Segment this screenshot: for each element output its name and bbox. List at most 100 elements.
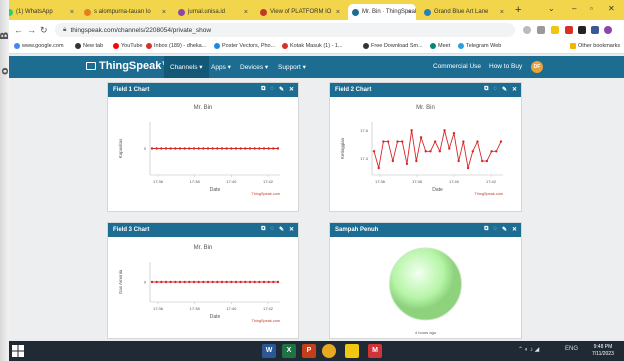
browser-tab[interactable]: (1) WhatsApp × bbox=[2, 4, 78, 20]
card-title: Field 2 Chart bbox=[335, 87, 372, 93]
new-tab-button[interactable]: + bbox=[515, 4, 521, 16]
windows-start-icon[interactable] bbox=[12, 345, 24, 357]
line-chart: Mr. Bin Ketinggian Date 17.6 17.4 17:36 17:38 1… bbox=[340, 105, 503, 196]
close-card-icon[interactable]: ✕ bbox=[289, 226, 294, 233]
tab-close-icon[interactable]: × bbox=[500, 9, 504, 16]
profile-icon[interactable] bbox=[604, 26, 612, 34]
open-window-icon[interactable]: ⧉ bbox=[261, 226, 265, 233]
puzzle-icon[interactable] bbox=[578, 26, 586, 34]
nav-channels[interactable]: Channels ▾ bbox=[164, 56, 209, 78]
nav-how-to-buy[interactable]: How to Buy bbox=[489, 63, 522, 70]
edit-pencil-icon[interactable]: ✎ bbox=[502, 86, 507, 93]
maximize-button[interactable]: ▫ bbox=[590, 4, 593, 13]
browser-tab[interactable]: jurnal.unisa.id × bbox=[174, 4, 252, 20]
tab-close-icon[interactable]: × bbox=[162, 9, 166, 16]
other-bookmarks[interactable]: Other bookmarks bbox=[570, 43, 620, 49]
file-explorer-icon[interactable] bbox=[345, 344, 359, 358]
browser-tab[interactable]: Grand Blue Art Lane × bbox=[420, 4, 508, 20]
bookmark-item[interactable]: www.google.com bbox=[14, 43, 64, 49]
thingspeak-logo[interactable]: ThingSpeak™ bbox=[86, 60, 172, 72]
tray-icons[interactable]: ⌃ ◐ ♪ ◢ bbox=[518, 346, 539, 353]
bookmark-item[interactable]: Poster Vectors, Pho... bbox=[214, 43, 275, 49]
browser-tab[interactable]: View of PLATFORM IO × bbox=[256, 4, 344, 20]
data-point bbox=[178, 147, 182, 150]
tab-favicon-icon bbox=[352, 8, 359, 16]
word-app-icon[interactable]: W bbox=[262, 344, 276, 358]
bookmark-item[interactable]: Telegram Web bbox=[458, 43, 501, 49]
data-point bbox=[480, 159, 484, 163]
tab-close-icon[interactable]: × bbox=[336, 9, 340, 16]
data-point bbox=[169, 147, 172, 150]
bookmark-star-icon[interactable] bbox=[551, 26, 559, 34]
open-window-icon[interactable]: ⧉ bbox=[484, 226, 488, 233]
data-point bbox=[424, 150, 427, 153]
data-point bbox=[490, 150, 493, 153]
lamp-indicator: 4 hours ago bbox=[389, 247, 462, 335]
card-tools: ⧉ ◌ ✎ ✕ bbox=[261, 226, 294, 233]
share-icon[interactable] bbox=[537, 26, 545, 34]
tab-search-icon[interactable]: ⌄ bbox=[548, 4, 555, 13]
card-header: Field 2 Chart ⧉ ◌ ✎ ✕ bbox=[330, 83, 521, 97]
close-card-icon[interactable]: ✕ bbox=[512, 226, 517, 233]
data-point bbox=[155, 147, 158, 150]
edit-pencil-icon[interactable]: ✎ bbox=[502, 226, 507, 233]
chrome-app-icon[interactable] bbox=[322, 344, 336, 358]
card-header: Field 3 Chart ⧉ ◌ ✎ ✕ bbox=[108, 223, 298, 237]
bookmark-label: Poster Vectors, Pho... bbox=[222, 43, 276, 49]
browser-tab[interactable]: s alompurna-tauan Io × bbox=[80, 4, 170, 20]
lamp-caption: 4 hours ago bbox=[415, 330, 437, 335]
data-point bbox=[258, 147, 261, 150]
sidebar-icon[interactable] bbox=[591, 26, 599, 34]
browser-tab[interactable]: Mr. Bin · ThingSpeak × bbox=[348, 4, 416, 20]
bookmark-favicon-icon bbox=[363, 43, 369, 49]
bookmark-item[interactable]: YouTube bbox=[113, 43, 143, 49]
open-window-icon[interactable]: ⧉ bbox=[484, 86, 488, 93]
edit-pencil-icon[interactable]: ✎ bbox=[279, 226, 284, 233]
nav-commercial-use[interactable]: Commercial Use bbox=[433, 63, 481, 70]
bookmark-item[interactable]: Meet bbox=[430, 43, 450, 49]
data-point bbox=[276, 280, 280, 284]
taskbar-clock[interactable]: 9:48 PM 7/11/2023 bbox=[592, 344, 614, 358]
bookmark-favicon-icon bbox=[430, 43, 436, 49]
bookmark-item[interactable]: Inbox (189) - dheka... bbox=[146, 43, 206, 49]
tab-close-icon[interactable]: × bbox=[70, 9, 74, 16]
bookmark-item[interactable]: New tab bbox=[75, 43, 103, 49]
tab-close-icon[interactable]: × bbox=[408, 9, 412, 16]
data-point bbox=[169, 280, 172, 284]
reload-icon[interactable]: ↻ bbox=[40, 25, 48, 36]
edit-pencil-icon[interactable]: ✎ bbox=[279, 86, 284, 93]
nav-support[interactable]: Support ▾ bbox=[278, 63, 306, 71]
bookmark-item[interactable]: Free Download Sm... bbox=[363, 43, 423, 49]
close-card-icon[interactable]: ✕ bbox=[512, 86, 517, 93]
nav-devices[interactable]: Devices ▾ bbox=[240, 63, 268, 71]
tray-language[interactable]: ENG bbox=[565, 346, 578, 352]
excel-app-icon[interactable]: X bbox=[282, 344, 296, 358]
address-bar[interactable]: 🔒︎ thingspeak.com/channels/2208054/priva… bbox=[55, 23, 515, 37]
extension-icon[interactable] bbox=[565, 26, 573, 34]
comment-icon[interactable]: ◌ bbox=[270, 226, 274, 233]
data-point bbox=[415, 159, 418, 163]
close-card-icon[interactable]: ✕ bbox=[289, 86, 294, 93]
comment-icon[interactable]: ◌ bbox=[493, 86, 497, 93]
open-window-icon[interactable]: ⧉ bbox=[261, 86, 265, 93]
thingspeak-navbar: ThingSpeak™ Channels ▾ Apps ▾ Devices ▾ … bbox=[0, 56, 624, 78]
powerpoint-app-icon[interactable]: P bbox=[302, 344, 316, 358]
data-point bbox=[452, 131, 456, 135]
forward-icon[interactable]: → bbox=[27, 25, 36, 35]
minimize-button[interactable]: – bbox=[572, 4, 576, 13]
tab-close-icon[interactable]: × bbox=[244, 9, 248, 16]
back-icon[interactable]: ← bbox=[14, 25, 23, 35]
data-point bbox=[433, 140, 437, 143]
bookmark-item[interactable]: Kotak Masuk (1) - 1... bbox=[282, 43, 343, 49]
clock-time: 9:48 PM bbox=[593, 344, 613, 350]
close-window-button[interactable]: ✕ bbox=[608, 4, 615, 13]
nav-apps[interactable]: Apps ▾ bbox=[211, 63, 231, 71]
bookmark-favicon-icon bbox=[458, 43, 464, 49]
mendeley-app-icon[interactable]: M bbox=[368, 344, 382, 358]
zoom-icon[interactable] bbox=[523, 26, 531, 34]
user-avatar[interactable]: DF bbox=[531, 61, 543, 73]
comment-icon[interactable]: ◌ bbox=[270, 86, 274, 93]
comment-icon[interactable]: ◌ bbox=[493, 226, 497, 233]
data-point bbox=[239, 147, 242, 150]
bookmark-label: YouTube bbox=[121, 43, 143, 49]
